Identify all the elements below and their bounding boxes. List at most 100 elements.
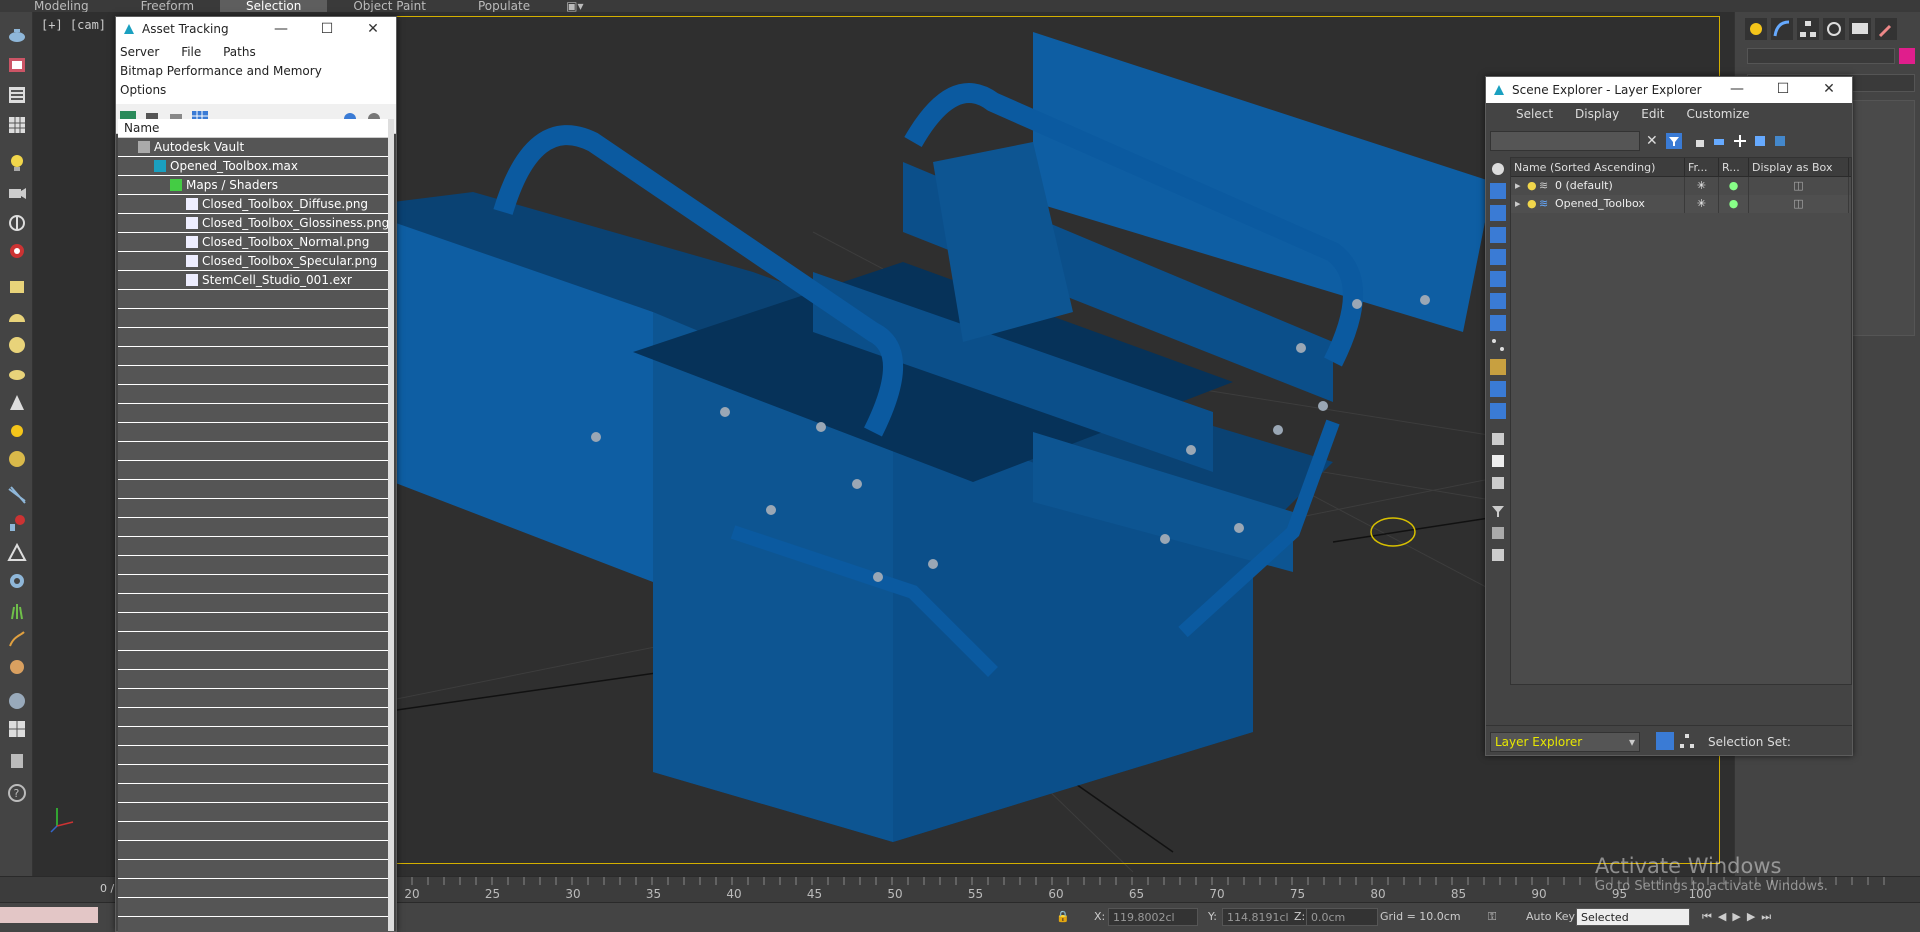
display-hidden-icon[interactable] xyxy=(1490,403,1506,419)
menu-bitmap-performance[interactable]: Bitmap Performance and Memory xyxy=(120,64,322,78)
column-render-header[interactable]: R... xyxy=(1719,158,1749,176)
transform-icon[interactable] xyxy=(6,542,28,564)
menu-file[interactable]: File xyxy=(181,45,201,59)
render-teapot-icon[interactable]: ● xyxy=(1719,177,1749,195)
filter-list-icon[interactable] xyxy=(1490,525,1506,541)
spacewarp-icon[interactable] xyxy=(6,240,28,262)
render-frame-icon[interactable] xyxy=(6,54,28,76)
camera-icon[interactable] xyxy=(6,182,28,204)
object-name-field[interactable] xyxy=(1747,48,1895,64)
tab-modeling[interactable]: Modeling xyxy=(0,0,115,12)
grid-icon[interactable] xyxy=(6,114,28,136)
explorer-type-dropdown[interactable]: Layer Explorer ▾ xyxy=(1490,732,1640,752)
display-as-box-icon[interactable]: ◫ xyxy=(1749,195,1849,213)
box-icon[interactable] xyxy=(6,276,28,298)
hierarchy-icon[interactable] xyxy=(1797,18,1819,40)
material-editor-icon[interactable] xyxy=(6,718,28,740)
light-bulb-icon[interactable] xyxy=(6,152,28,174)
hierarchy-mode-icon[interactable] xyxy=(1678,732,1696,750)
particles-icon[interactable] xyxy=(6,484,28,506)
freeze-toggle-icon[interactable]: ✳ xyxy=(1685,195,1719,213)
asset-row[interactable] xyxy=(118,556,390,575)
asset-row[interactable]: StemCell_Studio_001.exr xyxy=(118,271,390,290)
close-button[interactable]: ✕ xyxy=(1806,77,1852,101)
display-as-box-icon[interactable]: ◫ xyxy=(1749,177,1849,195)
teapot-icon[interactable] xyxy=(6,24,28,46)
sphere-icon[interactable] xyxy=(6,334,28,356)
asset-row[interactable] xyxy=(118,518,390,537)
layer-row-default[interactable]: ▸ ● ≋ 0 (default) ✳ ● ◫ xyxy=(1511,177,1851,195)
display-lights-icon[interactable] xyxy=(1490,205,1506,221)
filter-icon[interactable] xyxy=(1666,133,1682,149)
sun-icon[interactable] xyxy=(6,420,28,442)
filter-funnel-icon[interactable] xyxy=(1490,503,1506,519)
asset-row[interactable] xyxy=(118,632,390,651)
close-button[interactable]: ✕ xyxy=(350,17,396,41)
create-icon[interactable] xyxy=(1745,18,1767,40)
add-icon[interactable] xyxy=(1732,133,1748,149)
display-shapes-icon[interactable] xyxy=(1490,183,1506,199)
asset-row[interactable]: Closed_Toolbox_Diffuse.png xyxy=(118,195,390,214)
asset-row[interactable]: Maps / Shaders xyxy=(118,176,390,195)
asset-row[interactable] xyxy=(118,765,390,784)
playback-controls[interactable]: ⏮◀▶▶⏭ xyxy=(1702,910,1777,924)
menu-options[interactable]: Options xyxy=(120,83,166,97)
motion-icon[interactable] xyxy=(1823,18,1845,40)
frame-counter[interactable]: 0 / xyxy=(100,882,114,895)
asset-row[interactable] xyxy=(118,328,390,347)
menu-edit[interactable]: Edit xyxy=(1641,107,1664,121)
display-frozen-icon[interactable] xyxy=(1490,381,1506,397)
asset-row[interactable] xyxy=(118,841,390,860)
hemisphere-icon[interactable] xyxy=(6,306,28,328)
asset-tracking-titlebar[interactable]: Asset Tracking — ☐ ✕ xyxy=(116,17,396,41)
minimize-button[interactable]: — xyxy=(258,17,304,41)
column-header-name[interactable]: Name xyxy=(118,119,390,138)
layer-row-opened-toolbox[interactable]: ▸ ● ≋ Opened_Toolbox ✳ ● ◫ xyxy=(1511,195,1851,213)
selection-filter-dropdown[interactable]: Selected xyxy=(1576,908,1690,926)
asset-row[interactable] xyxy=(118,309,390,328)
column-name-header[interactable]: Name (Sorted Ascending) xyxy=(1511,158,1685,176)
asset-row[interactable] xyxy=(118,822,390,841)
grass-icon[interactable] xyxy=(6,600,28,622)
display-spacewarps-icon[interactable] xyxy=(1490,271,1506,287)
asset-row[interactable] xyxy=(118,898,390,917)
clear-search-icon[interactable]: ✕ xyxy=(1646,133,1662,149)
column-display-as-box-header[interactable]: Display as Box xyxy=(1749,158,1849,176)
tab-selection[interactable]: Selection xyxy=(220,0,328,12)
scene-explorer-titlebar[interactable]: Scene Explorer - Layer Explorer — ☐ ✕ xyxy=(1486,77,1852,103)
auto-key-button[interactable]: Auto Key xyxy=(1526,910,1575,923)
camera-dropdown-icon[interactable]: ▣▾ xyxy=(556,0,593,12)
asset-row[interactable] xyxy=(118,613,390,632)
menu-select[interactable]: Select xyxy=(1516,107,1553,121)
key-icon[interactable]: ⚿ xyxy=(1488,910,1496,924)
asset-row[interactable]: Opened_Toolbox.max xyxy=(118,157,390,176)
asset-row[interactable] xyxy=(118,423,390,442)
asset-row[interactable] xyxy=(118,784,390,803)
asset-row[interactable]: Closed_Toolbox_Normal.png xyxy=(118,233,390,252)
add-to-layer-icon[interactable] xyxy=(1752,133,1768,149)
maximize-button[interactable]: ☐ xyxy=(1760,77,1806,101)
asset-row[interactable] xyxy=(118,689,390,708)
disc-icon[interactable] xyxy=(6,448,28,470)
teapot-yellow-icon[interactable] xyxy=(6,362,28,384)
menu-server[interactable]: Server xyxy=(120,45,159,59)
shell-icon[interactable] xyxy=(6,656,28,678)
asset-row[interactable] xyxy=(118,385,390,404)
display-all-icon[interactable] xyxy=(1490,431,1506,447)
object-color-swatch[interactable] xyxy=(1899,48,1915,64)
menu-display[interactable]: Display xyxy=(1575,107,1619,121)
cone-icon[interactable] xyxy=(6,392,28,414)
utilities-hammer-icon[interactable] xyxy=(1875,18,1897,40)
freeze-toggle-icon[interactable]: ✳ xyxy=(1685,177,1719,195)
select-in-layer-icon[interactable] xyxy=(1772,133,1788,149)
hair-fur-icon[interactable] xyxy=(6,628,28,650)
display-bones-icon[interactable] xyxy=(1490,337,1506,353)
asset-row[interactable] xyxy=(118,860,390,879)
render-teapot-icon[interactable]: ● xyxy=(1719,195,1749,213)
asset-row[interactable]: Closed_Toolbox_Glossiness.png xyxy=(118,214,390,233)
display-icon[interactable] xyxy=(1849,18,1871,40)
asset-row[interactable] xyxy=(118,746,390,765)
display-groups-icon[interactable] xyxy=(1490,293,1506,309)
menu-paths[interactable]: Paths xyxy=(223,45,256,59)
asset-row[interactable] xyxy=(118,670,390,689)
